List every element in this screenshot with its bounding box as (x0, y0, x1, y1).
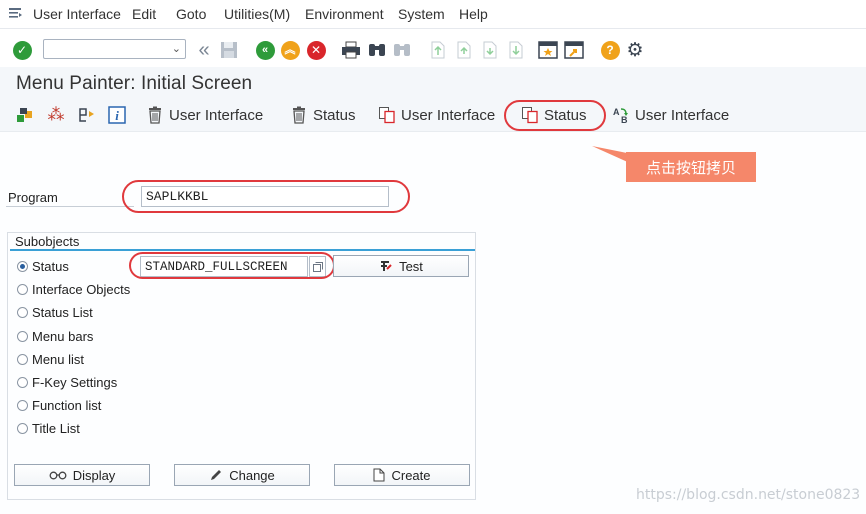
radio-interface-objects[interactable]: Interface Objects (17, 280, 130, 298)
radio-status[interactable]: Status (17, 257, 69, 275)
delete-user-interface-label: User Interface (169, 106, 264, 124)
help-icon[interactable]: ? (599, 39, 621, 61)
status-field-highlight (129, 252, 335, 279)
chevron-down-icon[interactable]: ⌄ (172, 42, 181, 55)
back-icon[interactable]: « (254, 39, 276, 61)
svg-text:i: i (115, 108, 119, 123)
previous-page-icon[interactable] (453, 39, 475, 61)
radio-function-list[interactable]: Function list (17, 396, 101, 414)
object-list-icon[interactable] (15, 104, 37, 126)
find-icon[interactable] (366, 39, 388, 61)
svg-text:A: A (613, 107, 620, 117)
radio-button[interactable] (17, 330, 28, 342)
radio-menu-bars-label: Menu bars (32, 328, 94, 344)
change-button[interactable]: Change (174, 464, 310, 486)
radio-button[interactable] (17, 422, 28, 434)
first-page-icon[interactable] (427, 39, 449, 61)
trash-icon (290, 106, 308, 124)
rename-user-interface-label: User Interface (635, 106, 730, 124)
magic-wand-icon[interactable]: ⁂ (45, 104, 67, 126)
change-label: Change (229, 467, 275, 483)
radio-title-list[interactable]: Title List (17, 419, 80, 437)
delete-status-label: Status (313, 106, 356, 124)
save-icon[interactable] (218, 39, 240, 61)
menu-environment[interactable]: Environment (305, 6, 384, 22)
menu-user-interface[interactable]: User Interface (33, 6, 121, 22)
enter-icon[interactable]: ✓ (11, 39, 33, 61)
display-button[interactable]: Display (14, 464, 150, 486)
delete-status-button[interactable]: Status (290, 104, 356, 126)
find-next-icon[interactable] (391, 39, 413, 61)
last-page-icon[interactable] (505, 39, 527, 61)
exit-icon[interactable]: ︽ (279, 39, 301, 61)
copy-hint-callout: 点击按钮拷贝 (626, 152, 756, 182)
test-label: Test (399, 258, 423, 274)
program-label-underline (6, 206, 134, 207)
menu-bar: User Interface Edit Goto Utilities(M) En… (0, 0, 866, 29)
copy-icon (378, 106, 396, 124)
delete-user-interface-button[interactable]: User Interface (146, 104, 263, 126)
menu-edit[interactable]: Edit (132, 6, 156, 22)
status-copy-highlight (504, 100, 606, 131)
radio-status-list[interactable]: Status List (17, 303, 93, 321)
radio-menu-list-label: Menu list (32, 351, 85, 367)
page-title: Menu Painter: Initial Screen (16, 73, 253, 94)
radio-button[interactable] (17, 399, 28, 411)
command-field[interactable]: ⌄ (43, 39, 186, 59)
menu-goto[interactable]: Goto (176, 6, 206, 22)
subobjects-divider (10, 249, 475, 251)
menu-utilities[interactable]: Utilities(M) (224, 6, 290, 22)
standard-toolbar: ✓ ⌄ « « ︽ ✕ ? ⚙ (0, 29, 866, 67)
menu-help[interactable]: Help (459, 6, 488, 22)
watermark-text: https://blog.csdn.net/stone0823 (636, 487, 861, 503)
radio-button[interactable] (17, 306, 28, 318)
next-page-icon[interactable] (479, 39, 501, 61)
create-button[interactable]: Create (334, 464, 470, 486)
info-icon[interactable]: i (106, 104, 128, 126)
display-label: Display (72, 467, 116, 483)
pencil-icon (209, 468, 223, 482)
menu-system[interactable]: System (398, 6, 445, 22)
radio-interface-objects-label: Interface Objects (32, 281, 131, 297)
program-highlight (122, 180, 410, 213)
glasses-icon (49, 470, 67, 480)
svg-text:B: B (621, 115, 628, 124)
rename-user-interface-button[interactable]: AB User Interface (612, 104, 729, 126)
radio-menu-list[interactable]: Menu list (17, 350, 84, 368)
radio-button[interactable] (17, 283, 28, 295)
print-icon[interactable] (340, 39, 362, 61)
radio-fkey-settings[interactable]: F-Key Settings (17, 373, 117, 391)
menu-icon[interactable] (8, 6, 22, 20)
radio-button[interactable] (17, 376, 28, 388)
hierarchy-icon[interactable] (76, 104, 98, 126)
radio-status-list-label: Status List (32, 304, 93, 320)
radio-status-label: Status (32, 258, 69, 274)
double-chevron-left-icon[interactable]: « (193, 39, 215, 61)
program-label: Program (8, 190, 58, 205)
radio-button[interactable] (17, 353, 28, 365)
rename-icon: AB (612, 106, 630, 124)
radio-title-list-label: Title List (32, 420, 80, 436)
copy-user-interface-label: User Interface (401, 106, 496, 124)
radio-menu-bars[interactable]: Menu bars (17, 327, 93, 345)
copy-user-interface-button[interactable]: User Interface (378, 104, 495, 126)
new-session-icon[interactable] (537, 39, 559, 61)
settings-gear-icon[interactable]: ⚙ (624, 39, 646, 61)
shortcut-icon[interactable] (563, 39, 585, 61)
radio-button[interactable] (17, 260, 28, 272)
new-document-icon (373, 468, 385, 482)
trash-icon (146, 106, 164, 124)
create-label: Create (391, 467, 431, 483)
cancel-icon[interactable]: ✕ (305, 39, 327, 61)
test-icon (379, 259, 393, 273)
radio-fkey-settings-label: F-Key Settings (32, 374, 118, 390)
subobjects-title: Subobjects (15, 234, 80, 249)
radio-function-list-label: Function list (32, 397, 102, 413)
test-button[interactable]: Test (333, 255, 469, 277)
